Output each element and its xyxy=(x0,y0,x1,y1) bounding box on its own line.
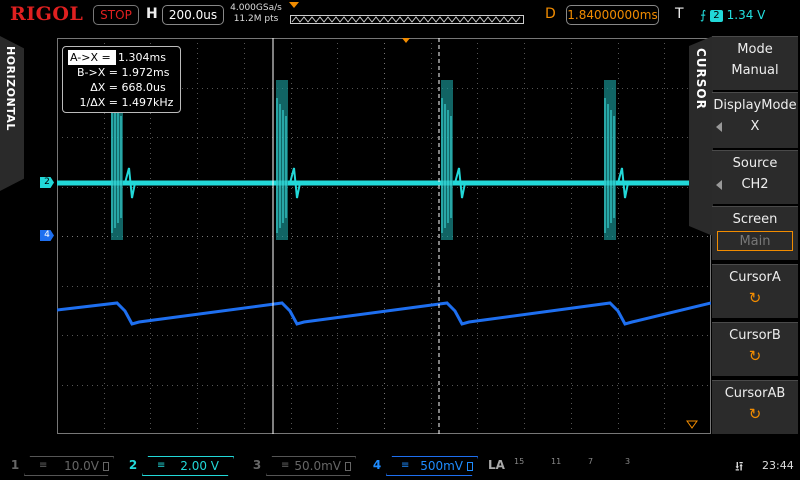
trigger-position-icon xyxy=(289,2,299,8)
cursor-menu: Mode Manual DisplayMode X Source CH2 Scr… xyxy=(712,36,798,450)
menu-item-value: CH2 xyxy=(741,177,769,192)
menu-item-screen[interactable]: Screen Main xyxy=(712,206,798,260)
readout-row: B->X = 1.972ms xyxy=(68,65,175,80)
menu-item-title: CursorAB xyxy=(724,386,786,401)
channel-2-box[interactable]: 2 ≡ 2.00 V xyxy=(124,456,234,476)
trigger-source-badge: 2 xyxy=(710,10,723,22)
channel-scale: 2.00 V xyxy=(180,459,219,473)
la-label: LA xyxy=(488,458,505,472)
menu-item-title: Source xyxy=(732,156,778,171)
sample-rate: 4.000GSa/s xyxy=(230,3,282,13)
menu-item-cursor-b[interactable]: CursorB ↻ xyxy=(712,322,798,376)
channel-frame: ≡ 2.00 V xyxy=(142,456,234,476)
trigger-level-marker-icon xyxy=(686,420,698,429)
memory-depth: 11.2M pts xyxy=(233,14,279,24)
horizontal-tab[interactable]: HORIZONTAL xyxy=(0,36,24,191)
menu-item-value: Main xyxy=(717,231,793,251)
channel-scale: 50.0mV xyxy=(294,459,341,473)
menu-item-source[interactable]: Source CH2 xyxy=(712,150,798,204)
knob-icon: ↻ xyxy=(748,289,762,307)
horizontal-tab-label: HORIZONTAL xyxy=(4,46,17,131)
cursor-readout: A->X = 1.304ms B->X = 1.972ms ΔX = 668.0u… xyxy=(62,46,181,113)
left-arrow-icon xyxy=(716,180,722,190)
menu-item-title: CursorB xyxy=(729,328,781,343)
status-bar: RIGOL STOP H 200.0us 4.000GSa/s 11.2M pt… xyxy=(0,0,800,32)
trigger-level: 1.34 V xyxy=(726,8,766,22)
knob-icon: ↻ xyxy=(748,347,762,365)
readout-key: 1/ΔX = xyxy=(79,96,118,109)
logic-analyzer-box[interactable]: LA 15 11 7 3 xyxy=(486,456,666,476)
readout-value: 1.497kHz xyxy=(121,96,174,109)
timebase-value[interactable]: 200.0us xyxy=(162,5,224,25)
menu-item-cursor-a[interactable]: CursorA ↻ xyxy=(712,264,798,318)
menu-item-title: Screen xyxy=(732,212,778,227)
menu-item-value-wrap: X xyxy=(712,117,798,137)
trigger-settings[interactable]: ⨍ 2 1.34 V xyxy=(700,5,786,25)
la-group: 3 xyxy=(625,457,631,466)
memory-overview-bar xyxy=(290,15,524,24)
ch4-offset-marker[interactable]: 4 xyxy=(40,230,54,241)
run-stop-status[interactable]: STOP xyxy=(93,5,139,25)
readout-value: 1.304ms xyxy=(118,51,166,64)
menu-tab[interactable]: CURSOR xyxy=(689,36,713,236)
la-group: 15 xyxy=(514,457,525,466)
channel-1-box[interactable]: 1 ≡ 10.0V xyxy=(6,456,114,476)
left-arrow-icon xyxy=(716,122,722,132)
menu-item-cursor-ab[interactable]: CursorAB ↻ xyxy=(712,380,798,434)
delay-value[interactable]: 1.84000000ms xyxy=(566,5,659,25)
coupling-icon: ≡ xyxy=(157,460,166,471)
channel-number: 2 xyxy=(128,458,138,472)
bandwidth-icon xyxy=(345,462,351,471)
delay-label: D xyxy=(545,6,556,22)
la-group: 7 xyxy=(588,457,594,466)
channel-frame: ≡ 10.0V xyxy=(24,456,114,476)
channel-3-box[interactable]: 3 ≡ 50.0mV xyxy=(248,456,356,476)
readout-value: 1.972ms xyxy=(121,66,170,79)
readout-key: B->X = xyxy=(77,66,118,79)
readout-row: A->X = 1.304ms xyxy=(68,50,175,65)
readout-key: ΔX = xyxy=(90,81,118,94)
menu-tab-label: CURSOR xyxy=(694,48,708,110)
readout-value: 668.0us xyxy=(121,81,166,94)
menu-item-mode[interactable]: Mode Manual xyxy=(712,36,798,90)
ch2-offset-marker[interactable]: 2 xyxy=(40,177,54,188)
sample-info: 4.000GSa/s 11.2M pts xyxy=(229,3,283,25)
channel-bar: 1 ≡ 10.0V 2 ≡ 2.00 V 3 ≡ 50.0mV 4 ≡ 500m… xyxy=(0,452,800,480)
channel-frame: ≡ 500mV xyxy=(386,456,478,476)
channel-scale: 500mV xyxy=(420,459,463,473)
la-group: 11 xyxy=(551,457,562,466)
trigger-time-marker-icon xyxy=(402,38,410,43)
channel-frame: ≡ 50.0mV xyxy=(266,456,356,476)
coupling-icon: ≡ xyxy=(281,460,290,471)
readout-row: 1/ΔX = 1.497kHz xyxy=(68,95,175,110)
menu-item-title: DisplayMode xyxy=(713,98,797,113)
channel-scale: 10.0V xyxy=(64,459,99,473)
channel-4-box[interactable]: 4 ≡ 500mV xyxy=(368,456,478,476)
readout-row: ΔX = 668.0us xyxy=(68,80,175,95)
channel-number: 4 xyxy=(372,458,382,472)
coupling-icon: ≡ xyxy=(39,460,48,471)
brand-logo: RIGOL xyxy=(10,3,84,25)
channel-number: 1 xyxy=(10,458,20,472)
trigger-label: T xyxy=(675,6,684,22)
bandwidth-icon xyxy=(103,462,109,471)
menu-item-value-wrap: CH2 xyxy=(712,175,798,195)
rising-edge-icon: ⨍ xyxy=(700,8,707,22)
menu-item-display-mode[interactable]: DisplayMode X xyxy=(712,92,798,148)
menu-item-value: X xyxy=(750,119,760,134)
horizontal-label: H xyxy=(146,6,158,22)
knob-icon: ↻ xyxy=(748,405,762,423)
readout-key: A->X = xyxy=(68,50,116,65)
menu-item-title: Mode xyxy=(737,42,773,57)
channel-number: 3 xyxy=(252,458,262,472)
bandwidth-icon xyxy=(467,462,473,471)
clock: 23:44 xyxy=(762,459,794,472)
usb-icon: ⭿ xyxy=(735,460,744,475)
menu-item-value: Manual xyxy=(731,63,779,78)
menu-item-title: CursorA xyxy=(729,270,781,285)
coupling-icon: ≡ xyxy=(401,460,410,471)
